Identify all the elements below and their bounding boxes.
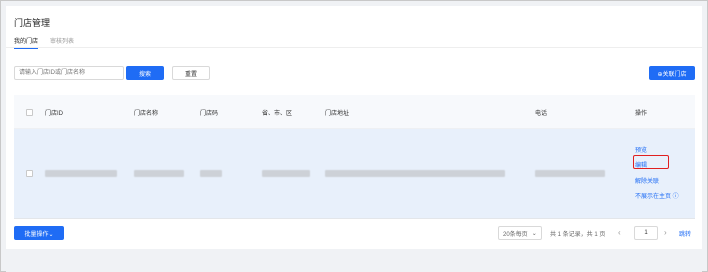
- page-number-input[interactable]: 1: [634, 226, 658, 240]
- search-input[interactable]: [14, 66, 124, 80]
- column-store-id: 门店ID: [45, 111, 64, 117]
- batch-actions-button[interactable]: 批量操作⌄: [14, 226, 64, 240]
- region-redacted: [262, 170, 310, 177]
- phone-redacted: [535, 170, 605, 177]
- store-code-redacted: [200, 170, 222, 177]
- unlink-link[interactable]: 解除关联: [635, 176, 659, 185]
- page-size-select[interactable]: 20条每页 ⌄: [498, 226, 542, 240]
- column-store-name: 门店名称: [134, 111, 159, 117]
- reset-button[interactable]: 重置: [172, 66, 210, 80]
- column-address: 门店地址: [325, 111, 350, 117]
- store-name-redacted: [134, 170, 184, 177]
- table-row: 预览 编辑 解除关联 不展示在主页 ⓘ: [14, 129, 695, 219]
- edit-highlight-box: [633, 155, 669, 169]
- jump-link[interactable]: 跳转: [679, 226, 691, 240]
- tab-divider: [6, 47, 702, 48]
- bottom-area: [6, 249, 702, 272]
- next-page-icon[interactable]: ›: [664, 226, 667, 240]
- preview-link[interactable]: 预览: [635, 145, 647, 154]
- column-phone: 电话: [535, 111, 548, 117]
- address-redacted: [325, 170, 505, 177]
- select-all-checkbox[interactable]: [26, 109, 33, 116]
- page-title: 门店管理: [14, 18, 51, 28]
- search-button[interactable]: 搜索: [126, 66, 164, 80]
- column-actions: 操作: [635, 111, 648, 117]
- chevron-down-icon: ⌄: [531, 230, 537, 237]
- table-header: 门店ID 门店名称 门店码 省、市、区 门店地址 电话 操作: [14, 95, 695, 129]
- store-management-panel: 门店管理 我的门店 审核列表 搜索 重置 ⊕关联门店 门店ID 门店名称 门店码…: [6, 6, 702, 272]
- link-store-button[interactable]: ⊕关联门店: [649, 66, 695, 80]
- row-checkbox[interactable]: [26, 170, 33, 177]
- stores-table: 门店ID 门店名称 门店码 省、市、区 门店地址 电话 操作 预览 编辑 解除关…: [14, 95, 695, 219]
- hide-from-home-link[interactable]: 不展示在主页 ⓘ: [635, 191, 679, 200]
- column-store-code: 门店码: [200, 111, 219, 117]
- prev-page-icon[interactable]: ‹: [618, 226, 621, 240]
- page-size-value: 20条每页: [503, 231, 528, 238]
- store-id-redacted: [45, 170, 117, 177]
- column-region: 省、市、区: [262, 111, 293, 117]
- pagination-summary: 共 1 条记录，共 1 页: [550, 231, 606, 238]
